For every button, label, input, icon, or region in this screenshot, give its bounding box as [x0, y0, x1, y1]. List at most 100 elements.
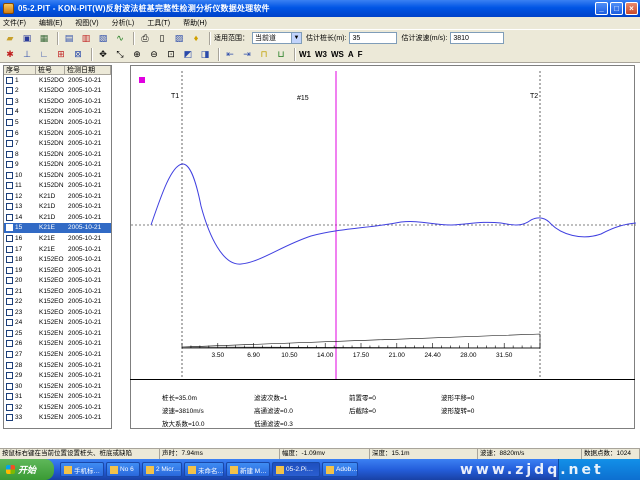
row-checkbox[interactable]	[6, 393, 13, 401]
row-checkbox[interactable]	[6, 361, 13, 369]
header-pile[interactable]: 桩号	[36, 66, 65, 74]
list-item[interactable]: 23 K152EO 2005-10-21	[4, 307, 111, 318]
list-item[interactable]: 26 K152EN 2005-10-21	[4, 339, 111, 350]
list-item[interactable]: 25 K152EN 2005-10-21	[4, 328, 111, 339]
list-item[interactable]: 2 K152DO 2005-10-21	[4, 86, 111, 97]
row-checkbox[interactable]	[6, 97, 13, 105]
header-date[interactable]: 检测日期	[65, 66, 111, 74]
row-checkbox[interactable]	[6, 108, 13, 116]
zoom-box-icon[interactable]: ⊡	[164, 48, 178, 61]
list-item[interactable]: 1 K152DO 2005-10-21	[4, 75, 111, 86]
row-checkbox[interactable]	[6, 350, 13, 358]
menu-view[interactable]: 视图(V)	[75, 18, 98, 28]
list-item[interactable]: 21 K152EO 2005-10-21	[4, 286, 111, 297]
list-item[interactable]: 3 K152DO 2005-10-21	[4, 96, 111, 107]
row-checkbox[interactable]	[6, 245, 13, 253]
preview-icon[interactable]: ▯	[155, 32, 169, 45]
row-checkbox[interactable]	[6, 382, 13, 390]
row-checkbox[interactable]	[6, 234, 13, 242]
row-checkbox[interactable]	[6, 118, 13, 126]
list-item[interactable]: 15 K21E 2005-10-21	[4, 222, 111, 234]
list-item[interactable]: 11 K152DN 2005-10-21	[4, 180, 111, 191]
list-item[interactable]: 5 K152DN 2005-10-21	[4, 117, 111, 128]
grid-icon[interactable]: ▦	[37, 32, 51, 45]
list-item[interactable]: 20 K152EO 2005-10-21	[4, 275, 111, 286]
list-item[interactable]: 27 K152EN 2005-10-21	[4, 349, 111, 360]
wave-icon[interactable]: ∿	[113, 32, 127, 45]
amplify-icon[interactable]: ◨	[198, 48, 212, 61]
row-checkbox[interactable]	[6, 340, 13, 348]
row-checkbox[interactable]	[6, 161, 13, 169]
row-checkbox[interactable]	[6, 329, 13, 337]
menu-edit[interactable]: 编辑(E)	[39, 18, 62, 28]
range-select[interactable]: 当前道 ▼	[252, 32, 302, 44]
zoom-in-icon[interactable]: ⊕	[130, 48, 144, 61]
row-checkbox[interactable]	[6, 150, 13, 158]
menu-file[interactable]: 文件(F)	[3, 18, 26, 28]
row-checkbox[interactable]	[6, 403, 13, 411]
list-item[interactable]: 16 K21E 2005-10-21	[4, 233, 111, 244]
report-icon[interactable]: ▨	[172, 32, 186, 45]
mark-defect-icon[interactable]: ⊓	[257, 48, 271, 61]
list-item[interactable]: 14 K21D 2005-10-21	[4, 212, 111, 223]
row-checkbox[interactable]	[6, 319, 13, 327]
row-checkbox[interactable]	[6, 171, 13, 179]
taskbar-item[interactable]: 未命名…	[184, 462, 224, 477]
baseline-icon[interactable]: ∟	[37, 48, 51, 61]
row-checkbox[interactable]	[6, 182, 13, 190]
row-checkbox[interactable]	[6, 129, 13, 137]
chevron-down-icon[interactable]: ▼	[291, 33, 301, 43]
pile-length-input[interactable]	[349, 32, 398, 44]
menu-help[interactable]: 帮助(H)	[183, 18, 207, 28]
w1-button[interactable]: W1	[299, 50, 311, 59]
row-checkbox[interactable]	[6, 266, 13, 274]
list-item[interactable]: 7 K152DN 2005-10-21	[4, 138, 111, 149]
row-checkbox[interactable]	[6, 87, 13, 95]
open-folder-icon[interactable]: ▰	[3, 32, 17, 45]
layout-icon[interactable]: ▧	[96, 32, 110, 45]
list-item[interactable]: 9 K152DN 2005-10-21	[4, 159, 111, 170]
list-item[interactable]: 31 K152EN 2005-10-21	[4, 391, 111, 402]
menu-analysis[interactable]: 分析(L)	[112, 18, 135, 28]
list-item[interactable]: 12 K21D 2005-10-21	[4, 191, 111, 202]
a-button[interactable]: A	[348, 50, 354, 59]
zoom-out-icon[interactable]: ⊖	[147, 48, 161, 61]
row-checkbox[interactable]	[6, 277, 13, 285]
save-icon[interactable]: ▣	[20, 32, 34, 45]
menu-tools[interactable]: 工具(T)	[147, 18, 170, 28]
marker-icon[interactable]: ✱	[3, 48, 17, 61]
f-button[interactable]: F	[358, 50, 363, 59]
axis-icon[interactable]: ⊥	[20, 48, 34, 61]
ws-button[interactable]: WS	[331, 50, 344, 59]
taskbar-item[interactable]: 2 Micr…	[142, 462, 182, 477]
window-icon[interactable]: ▤	[62, 32, 76, 45]
row-checkbox[interactable]	[6, 298, 13, 306]
list-item[interactable]: 19 K152EO 2005-10-21	[4, 265, 111, 276]
waveform-panel[interactable]: T1 T2 #15 3.50 6.90 10.50 14.00 17.50 21.00 24…	[130, 65, 637, 429]
flip-icon[interactable]: ⊠	[71, 48, 85, 61]
taskbar-item[interactable]: 手机标…	[60, 462, 104, 477]
print-icon[interactable]: ⎙	[138, 32, 152, 45]
list-item[interactable]: 22 K152EO 2005-10-21	[4, 296, 111, 307]
cursor-icon[interactable]: ⊞	[54, 48, 68, 61]
list-item[interactable]: 29 K152EN 2005-10-21	[4, 370, 111, 381]
row-checkbox[interactable]	[6, 140, 13, 148]
wave-speed-input[interactable]	[450, 32, 505, 44]
fit-icon[interactable]: ⤡	[113, 48, 127, 61]
row-checkbox[interactable]	[6, 224, 13, 232]
row-checkbox[interactable]	[6, 287, 13, 295]
list-item[interactable]: 30 K152EN 2005-10-21	[4, 381, 111, 392]
minimize-button[interactable]: _	[595, 2, 608, 15]
row-checkbox[interactable]	[6, 213, 13, 221]
list-item[interactable]: 18 K152EO 2005-10-21	[4, 254, 111, 265]
list-item[interactable]: 17 K21E 2005-10-21	[4, 244, 111, 255]
row-checkbox[interactable]	[6, 372, 13, 380]
row-checkbox[interactable]	[6, 414, 13, 422]
list-item[interactable]: 24 K152EN 2005-10-21	[4, 318, 111, 329]
taskbar-item-active[interactable]: 05-2.Pi…	[272, 462, 320, 477]
header-no[interactable]: 序号	[4, 66, 36, 74]
list-item[interactable]: 6 K152DN 2005-10-21	[4, 128, 111, 139]
list-item[interactable]: 32 K152EN 2005-10-21	[4, 402, 111, 413]
w3-button[interactable]: W3	[315, 50, 327, 59]
row-checkbox[interactable]	[6, 256, 13, 264]
